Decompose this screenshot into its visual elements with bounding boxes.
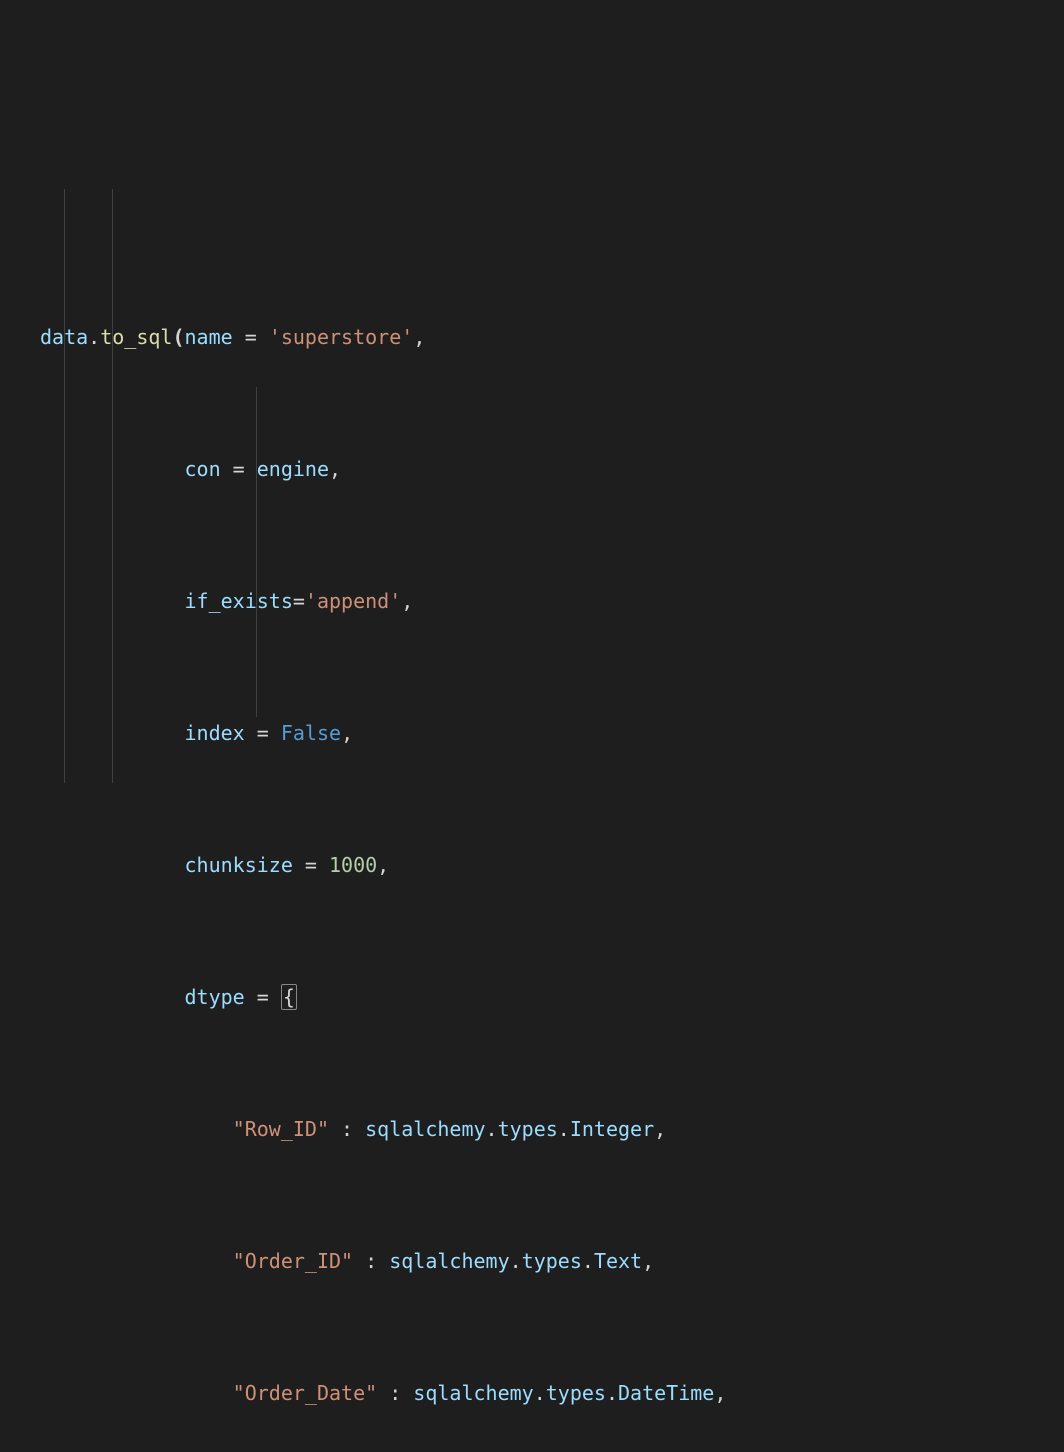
code-editor[interactable]: data.to_sql(name = 'superstore', con = e… [12,156,1052,1452]
token-attr: types [546,1381,606,1405]
token-module: sqlalchemy [389,1249,509,1273]
token-string: "Order_ID" [233,1249,353,1273]
token-dot: . [534,1381,546,1405]
token-eq: = [221,457,257,481]
token-comma: , [377,853,389,877]
token-comma: , [714,1381,726,1405]
token-eq: = [245,985,281,1009]
indent [40,721,185,745]
token-string: 'append' [305,589,401,613]
indent [40,1117,233,1141]
code-line: dtype = { [12,981,1052,1014]
token-colon: : [377,1381,413,1405]
token-type: Text [594,1249,642,1273]
token-eq: = [245,721,281,745]
code-line: "Order_ID" : sqlalchemy.types.Text, [12,1245,1052,1278]
token-dot: . [486,1117,498,1141]
token-type: DateTime [618,1381,714,1405]
token-string: "Order_Date" [233,1381,378,1405]
token-string: "Row_ID" [233,1117,329,1141]
token-variable: data [40,325,88,349]
indent [40,853,185,877]
token-colon: : [353,1249,389,1273]
token-attr: types [522,1249,582,1273]
token-dot: . [510,1249,522,1273]
token-brace-open: { [281,984,297,1010]
token-comma: , [642,1249,654,1273]
token-module: sqlalchemy [365,1117,485,1141]
token-comma: , [329,457,341,481]
code-line: con = engine, [12,453,1052,486]
token-param: chunksize [185,853,293,877]
token-colon: : [329,1117,365,1141]
token-dot: . [582,1249,594,1273]
token-variable: engine [257,457,329,481]
indent [40,1249,233,1273]
token-attr: types [498,1117,558,1141]
code-line: index = False, [12,717,1052,750]
indent [40,457,185,481]
token-paren-open: ( [172,325,184,349]
token-param: name [185,325,233,349]
token-param: dtype [185,985,245,1009]
token-module: sqlalchemy [413,1381,533,1405]
token-method: to_sql [100,325,172,349]
code-line: data.to_sql(name = 'superstore', [12,321,1052,354]
token-eq: = [233,325,269,349]
token-param: index [185,721,245,745]
indent [40,589,185,613]
indent [40,1381,233,1405]
token-param: if_exists [185,589,293,613]
token-comma: , [401,589,413,613]
token-comma: , [413,325,425,349]
token-number: 1000 [329,853,377,877]
token-punct: . [88,325,100,349]
code-line: chunksize = 1000, [12,849,1052,882]
token-keyword: False [281,721,341,745]
token-dot: . [558,1117,570,1141]
code-line: "Order_Date" : sqlalchemy.types.DateTime… [12,1377,1052,1410]
token-comma: , [654,1117,666,1141]
token-string: 'superstore' [269,325,414,349]
code-line: "Row_ID" : sqlalchemy.types.Integer, [12,1113,1052,1146]
token-type: Integer [570,1117,654,1141]
token-comma: , [341,721,353,745]
token-param: con [185,457,221,481]
token-eq: = [293,589,305,613]
token-dot: . [606,1381,618,1405]
code-line: if_exists='append', [12,585,1052,618]
indent [40,985,185,1009]
token-eq: = [293,853,329,877]
